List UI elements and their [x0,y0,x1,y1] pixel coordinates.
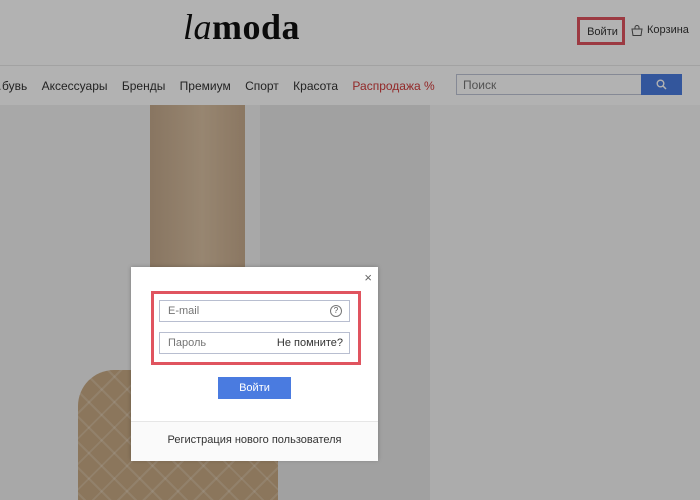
login-submit-button[interactable]: Войти [218,377,291,399]
help-icon[interactable]: ? [330,305,342,317]
register-link[interactable]: Регистрация нового пользователя [131,421,378,461]
password-field[interactable]: Не помните? [159,332,350,354]
email-field[interactable]: ? [159,300,350,322]
close-icon[interactable]: × [364,271,372,284]
forgot-password-link[interactable]: Не помните? [277,337,343,349]
email-input[interactable] [160,301,298,321]
login-modal: × ? Не помните? Войти Регистрация нового… [131,267,378,461]
